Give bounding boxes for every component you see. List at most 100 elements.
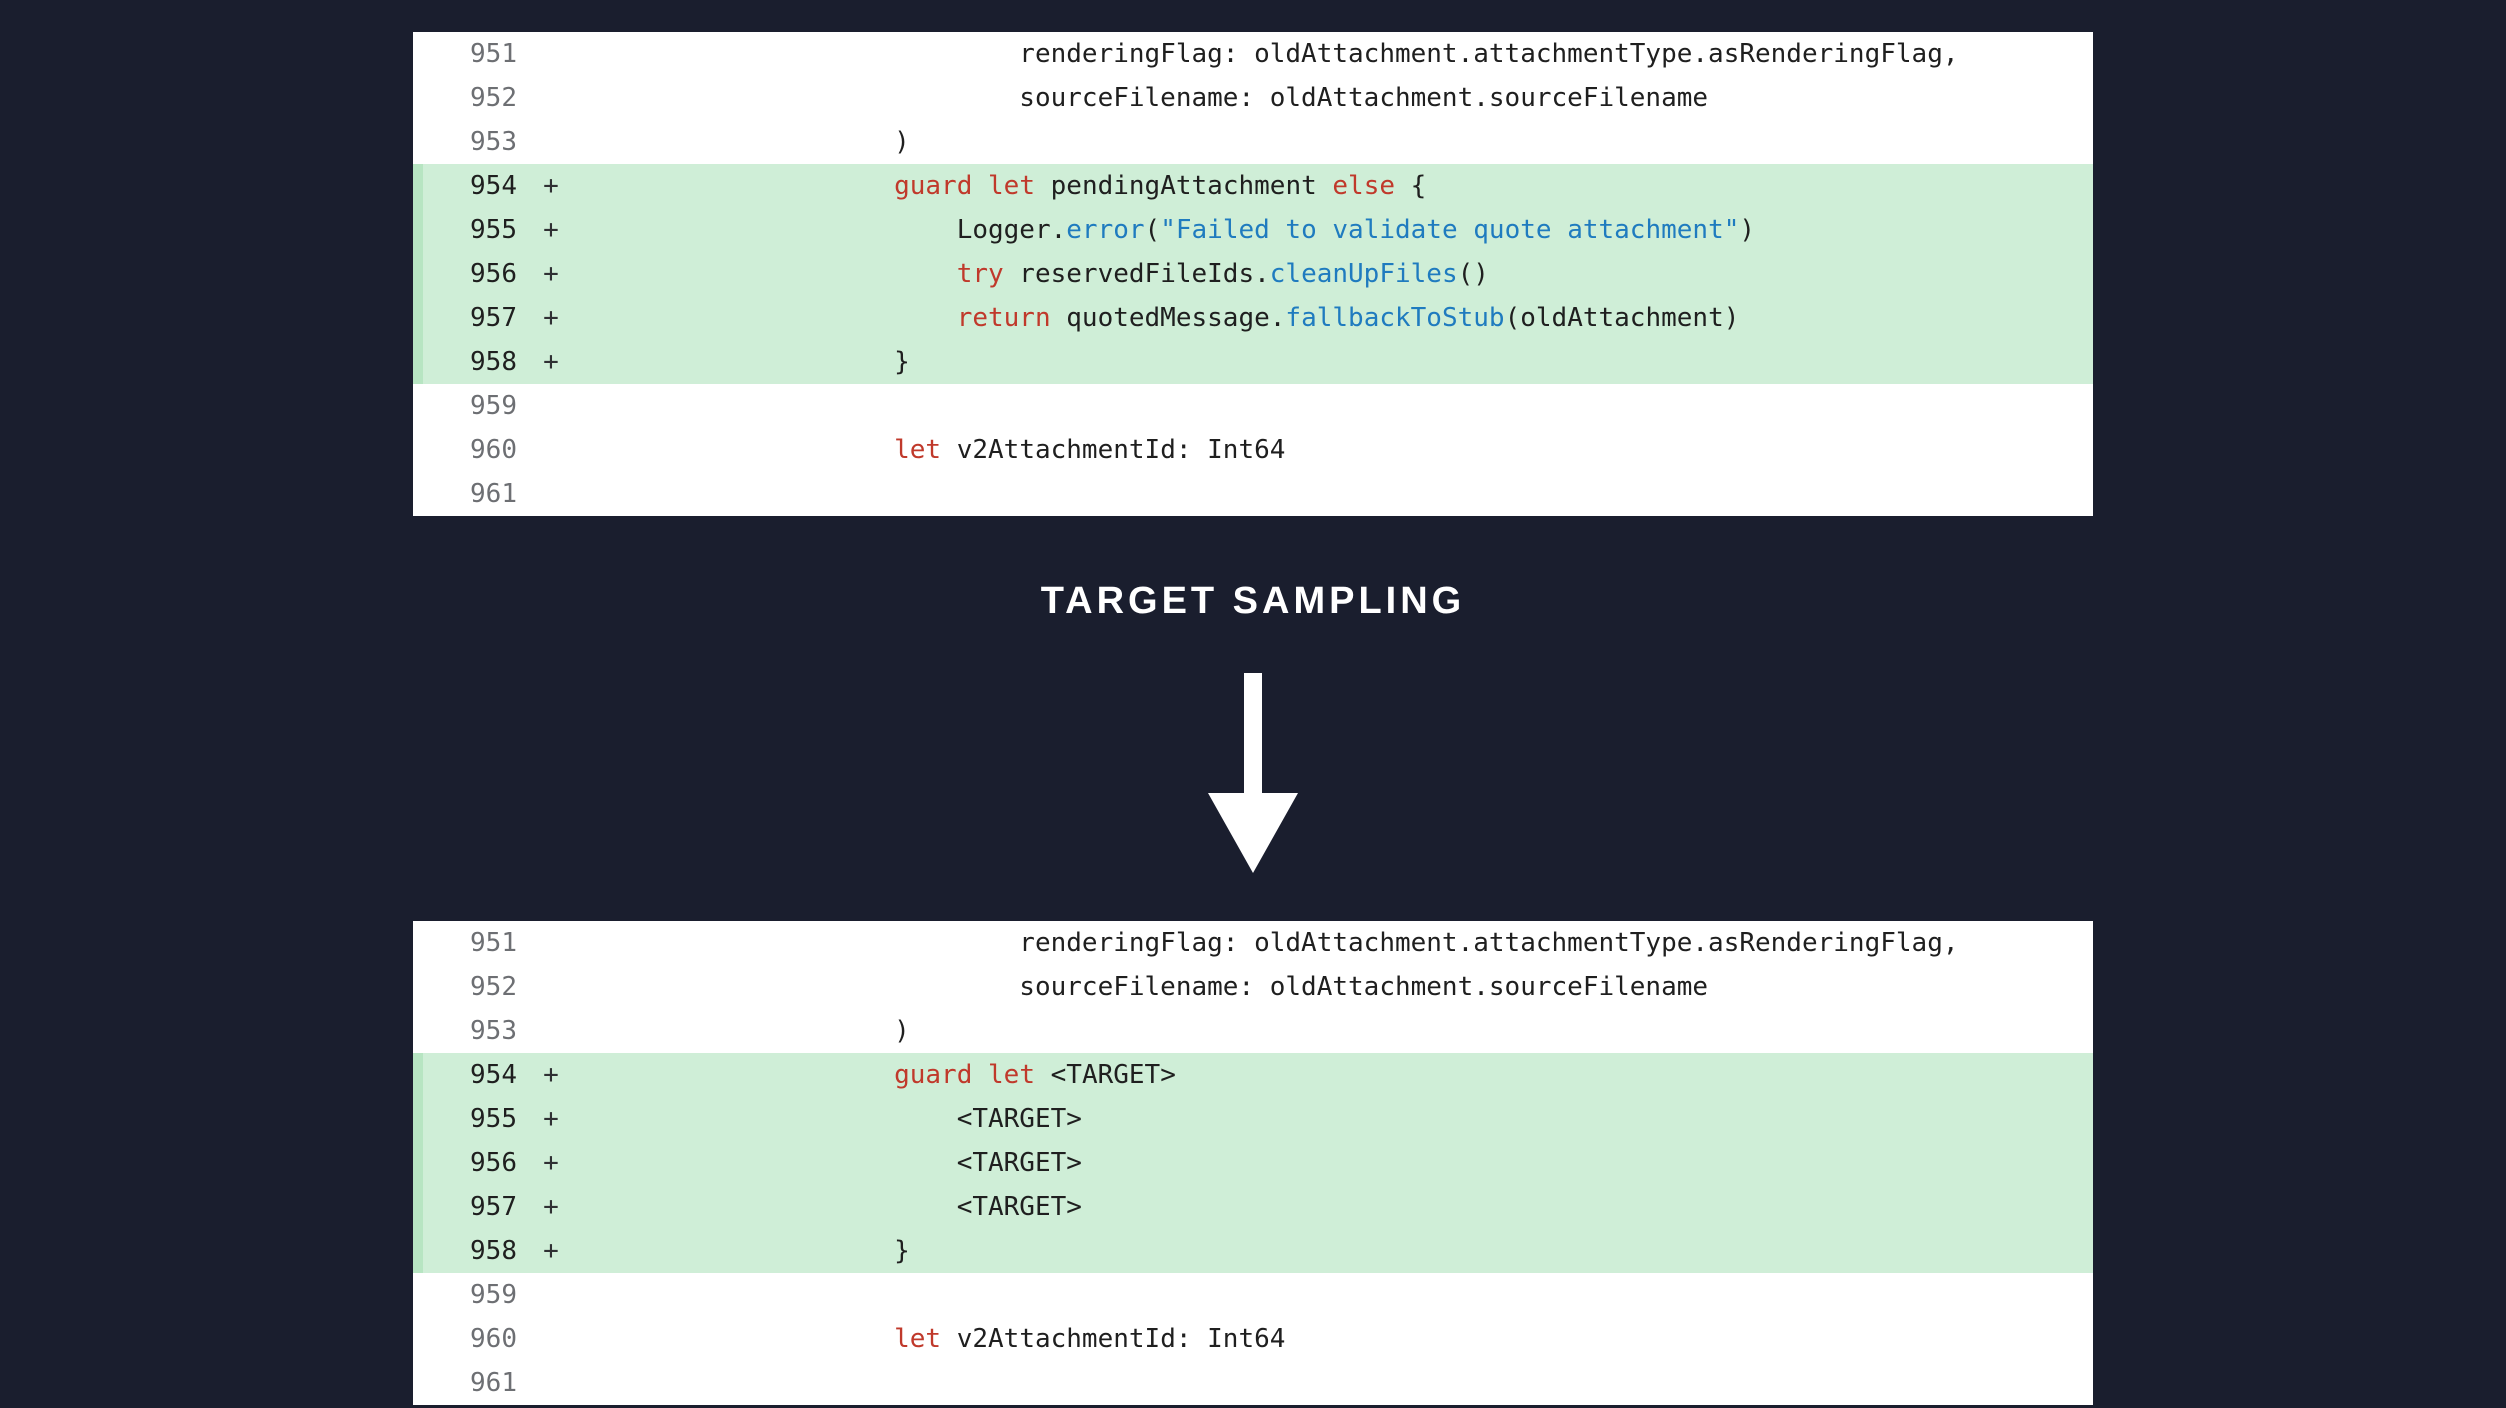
- diff-row: 959: [413, 1273, 2093, 1317]
- diff-row: 954+ guard let <TARGET>: [413, 1053, 2093, 1097]
- diff-op: [531, 472, 571, 516]
- diff-row: 957+ <TARGET>: [413, 1185, 2093, 1229]
- gutter-strip: [413, 1317, 423, 1361]
- diff-row: 952 sourceFilename: oldAttachment.source…: [413, 965, 2093, 1009]
- line-number: 956: [423, 252, 531, 296]
- diff-row: 956+ <TARGET>: [413, 1141, 2093, 1185]
- code-content: ): [571, 120, 2093, 164]
- code-content: Logger.error("Failed to validate quote a…: [571, 208, 2093, 252]
- code-content: renderingFlag: oldAttachment.attachmentT…: [571, 32, 2093, 76]
- line-number: 951: [423, 32, 531, 76]
- diff-op: [531, 428, 571, 472]
- diff-row: 951 renderingFlag: oldAttachment.attachm…: [413, 32, 2093, 76]
- gutter-strip: [413, 1009, 423, 1053]
- code-content: [571, 384, 2093, 428]
- line-number: 952: [423, 965, 531, 1009]
- line-number: 958: [423, 340, 531, 384]
- diff-op: +: [531, 1229, 571, 1273]
- diff-row: 957+ return quotedMessage.fallbackToStub…: [413, 296, 2093, 340]
- code-content: renderingFlag: oldAttachment.attachmentT…: [571, 921, 2093, 965]
- gutter-strip: [413, 921, 423, 965]
- gutter-strip: [413, 32, 423, 76]
- code-content: guard let <TARGET>: [571, 1053, 2093, 1097]
- diff-row: 955+ <TARGET>: [413, 1097, 2093, 1141]
- gutter-strip: [413, 1053, 423, 1097]
- gutter-strip: [413, 76, 423, 120]
- diff-row: 953 ): [413, 1009, 2093, 1053]
- diff-op: +: [531, 340, 571, 384]
- line-number: 961: [423, 472, 531, 516]
- code-content: [571, 472, 2093, 516]
- diff-op: [531, 384, 571, 428]
- code-content: try reservedFileIds.cleanUpFiles(): [571, 252, 2093, 296]
- diff-row: 961: [413, 472, 2093, 516]
- gutter-strip: [413, 252, 423, 296]
- diff-op: [531, 120, 571, 164]
- diff-row: 955+ Logger.error("Failed to validate qu…: [413, 208, 2093, 252]
- line-number: 956: [423, 1141, 531, 1185]
- line-number: 953: [423, 1009, 531, 1053]
- code-content: guard let pendingAttachment else {: [571, 164, 2093, 208]
- code-content: sourceFilename: oldAttachment.sourceFile…: [571, 76, 2093, 120]
- line-number: 959: [423, 384, 531, 428]
- diff-row: 953 ): [413, 120, 2093, 164]
- line-number: 955: [423, 1097, 531, 1141]
- line-number: 951: [423, 921, 531, 965]
- diff-row: 952 sourceFilename: oldAttachment.source…: [413, 76, 2093, 120]
- diff-row: 959: [413, 384, 2093, 428]
- code-content: let v2AttachmentId: Int64: [571, 428, 2093, 472]
- diff-row: 961: [413, 1361, 2093, 1405]
- line-number: 959: [423, 1273, 531, 1317]
- gutter-strip: [413, 1361, 423, 1405]
- gutter-strip: [413, 296, 423, 340]
- code-content: <TARGET>: [571, 1185, 2093, 1229]
- code-content: return quotedMessage.fallbackToStub(oldA…: [571, 296, 2093, 340]
- diff-op: [531, 1361, 571, 1405]
- gutter-strip: [413, 1097, 423, 1141]
- gutter-strip: [413, 428, 423, 472]
- diff-row: 960 let v2AttachmentId: Int64: [413, 1317, 2093, 1361]
- diff-op: [531, 76, 571, 120]
- down-arrow-icon: [1208, 673, 1298, 873]
- line-number: 961: [423, 1361, 531, 1405]
- diff-op: +: [531, 252, 571, 296]
- code-content: <TARGET>: [571, 1141, 2093, 1185]
- diff-op: [531, 1317, 571, 1361]
- gutter-strip: [413, 384, 423, 428]
- gutter-strip: [413, 120, 423, 164]
- code-content: [571, 1361, 2093, 1405]
- line-number: 957: [423, 296, 531, 340]
- diff-op: +: [531, 164, 571, 208]
- diff-row: 954+ guard let pendingAttachment else {: [413, 164, 2093, 208]
- line-number: 960: [423, 428, 531, 472]
- line-number: 953: [423, 120, 531, 164]
- code-content: [571, 1273, 2093, 1317]
- gutter-strip: [413, 208, 423, 252]
- line-number: 960: [423, 1317, 531, 1361]
- diff-op: +: [531, 208, 571, 252]
- diff-op: [531, 965, 571, 1009]
- code-content: let v2AttachmentId: Int64: [571, 1317, 2093, 1361]
- diff-op: +: [531, 1141, 571, 1185]
- code-content: sourceFilename: oldAttachment.sourceFile…: [571, 965, 2093, 1009]
- code-content: ): [571, 1009, 2093, 1053]
- gutter-strip: [413, 1141, 423, 1185]
- gutter-strip: [413, 164, 423, 208]
- diff-row: 960 let v2AttachmentId: Int64: [413, 428, 2093, 472]
- diff-op: +: [531, 1185, 571, 1229]
- diff-op: [531, 1009, 571, 1053]
- code-content: }: [571, 1229, 2093, 1273]
- diff-op: [531, 1273, 571, 1317]
- line-number: 954: [423, 164, 531, 208]
- diff-op: [531, 921, 571, 965]
- gutter-strip: [413, 1273, 423, 1317]
- diff-op: +: [531, 1097, 571, 1141]
- gutter-strip: [413, 472, 423, 516]
- transform-heading: TARGET SAMPLING: [1041, 580, 1466, 623]
- code-content: }: [571, 340, 2093, 384]
- code-content: <TARGET>: [571, 1097, 2093, 1141]
- diff-row: 956+ try reservedFileIds.cleanUpFiles(): [413, 252, 2093, 296]
- gutter-strip: [413, 1229, 423, 1273]
- diff-op: [531, 32, 571, 76]
- gutter-strip: [413, 965, 423, 1009]
